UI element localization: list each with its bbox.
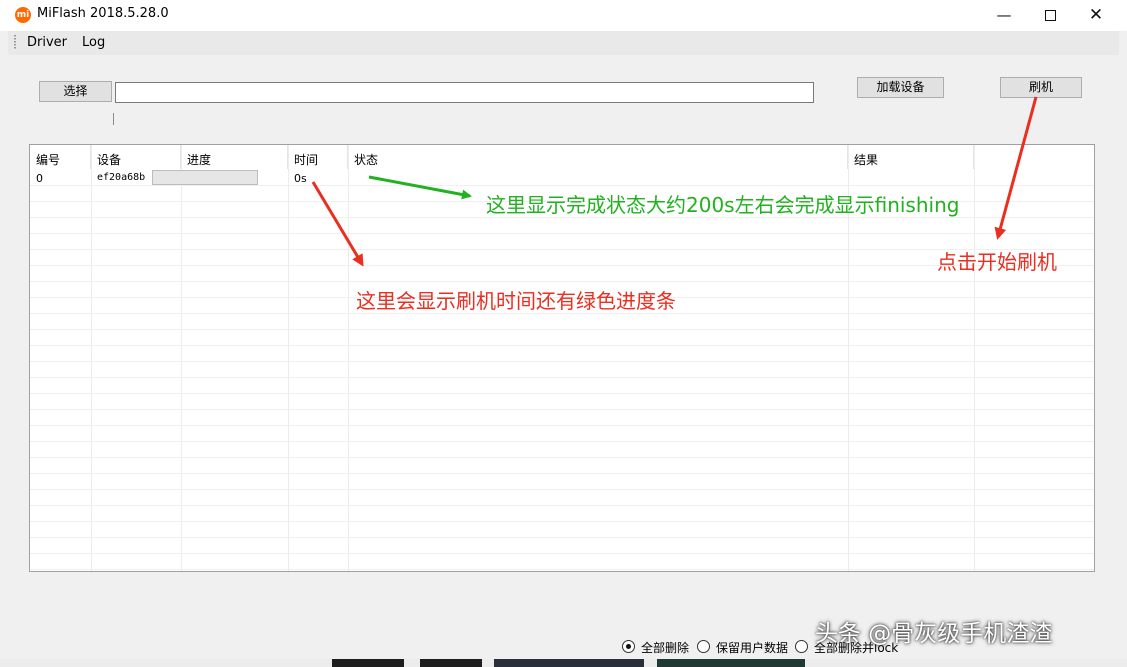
radio-circle <box>795 640 808 653</box>
grid-line <box>30 441 1094 442</box>
cell-device: ef20a68b <box>97 172 146 183</box>
grid-line <box>30 521 1094 522</box>
text-cursor <box>113 113 114 125</box>
radio-label: 全部删除 <box>641 641 690 655</box>
radio-dot <box>626 644 631 649</box>
grid-line <box>30 249 1094 250</box>
menu-bar: Driver Log <box>8 31 1119 55</box>
menu-driver[interactable]: Driver <box>27 35 67 50</box>
column-header-device[interactable]: 设备 <box>91 145 181 169</box>
flash-button[interactable]: 刷机 <box>1000 77 1082 98</box>
grid-line <box>30 409 1094 410</box>
grid-line <box>30 457 1094 458</box>
radio-circle <box>622 640 635 653</box>
grid-line <box>30 393 1094 394</box>
close-icon: ✕ <box>1088 5 1104 25</box>
menu-log[interactable]: Log <box>82 35 105 50</box>
grid-line <box>30 569 1094 570</box>
rom-path-input[interactable] <box>115 82 814 103</box>
grid-line <box>30 553 1094 554</box>
grid-line <box>348 145 349 571</box>
grid-line <box>30 537 1094 538</box>
column-header-number[interactable]: 编号 <box>30 145 91 169</box>
annotation-status-note: 这里显示完成状态大约200s左右会完成显示finishing <box>486 193 960 217</box>
grid-line <box>30 377 1094 378</box>
grid-line <box>288 145 289 571</box>
grid-line <box>91 145 92 571</box>
miflash-window: mi MiFlash 2018.5.28.0 — ✕ Driver Log 选择… <box>0 0 1127 667</box>
select-folder-button[interactable]: 选择 <box>39 81 112 102</box>
thumbnail <box>332 659 404 667</box>
column-header-status[interactable]: 状态 <box>348 145 848 169</box>
thumbnail <box>657 659 805 667</box>
grid-line <box>181 145 182 571</box>
load-devices-button[interactable]: 加载设备 <box>857 77 944 98</box>
column-header-time[interactable]: 时间 <box>288 145 348 169</box>
cell-number: 0 <box>36 172 43 185</box>
grid-line <box>30 473 1094 474</box>
flash-progress-bar <box>152 170 258 185</box>
title-bar: mi MiFlash 2018.5.28.0 — ✕ <box>0 0 1127 31</box>
column-header-result[interactable]: 结果 <box>848 145 974 169</box>
watermark-text: 头条 @骨灰级手机渣渣 <box>815 621 1053 647</box>
thumbnail <box>494 659 644 667</box>
mi-logo-icon: mi <box>15 7 31 23</box>
grid-line <box>30 425 1094 426</box>
cell-time: 0s <box>294 172 307 185</box>
grid-line <box>30 329 1094 330</box>
column-header-progress[interactable]: 进度 <box>181 145 288 169</box>
grid-line <box>974 145 975 571</box>
maximize-button[interactable] <box>1027 0 1073 31</box>
list-header: 编号 设备 进度 时间 状态 结果 <box>30 145 1094 169</box>
grid-line <box>30 361 1094 362</box>
annotation-flash-note: 点击开始刷机 <box>937 250 1057 274</box>
radio-label: 保留用户数据 <box>716 641 789 655</box>
thumbnail <box>420 659 482 667</box>
grid-line <box>30 233 1094 234</box>
minimize-icon: — <box>996 6 1012 24</box>
radio-circle <box>697 640 710 653</box>
menu-grip-icon <box>14 35 16 50</box>
grid-line <box>30 265 1094 266</box>
window-title: MiFlash 2018.5.28.0 <box>37 6 169 21</box>
close-button[interactable]: ✕ <box>1073 0 1119 31</box>
maximize-icon <box>1044 10 1056 21</box>
grid-line <box>30 489 1094 490</box>
annotation-time-note: 这里会显示刷机时间还有绿色进度条 <box>356 289 676 313</box>
grid-line <box>30 505 1094 506</box>
grid-line <box>30 345 1094 346</box>
minimize-button[interactable]: — <box>981 0 1027 31</box>
grid-line <box>30 281 1094 282</box>
